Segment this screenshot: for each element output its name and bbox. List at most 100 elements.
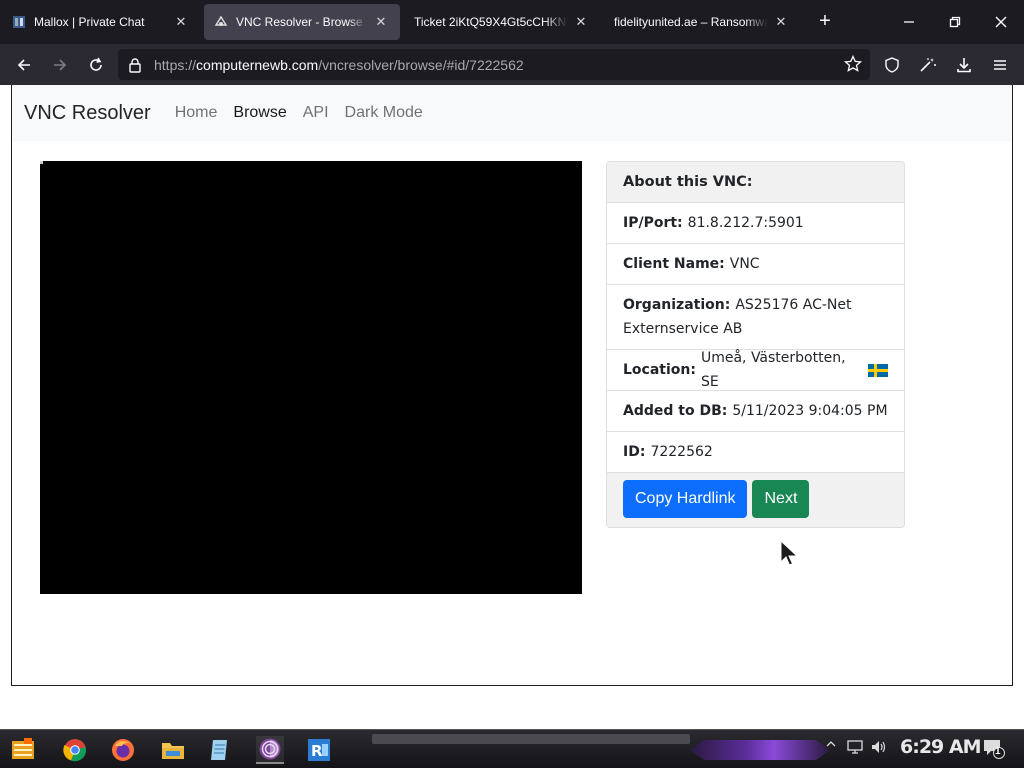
browser-tab-strip: Mallox | Private Chat ✕ VNC Resolver - B… [0,0,1024,44]
tor-browser-taskbar-button[interactable] [256,736,284,764]
remote-desktop-taskbar-button[interactable]: R [305,736,333,764]
tab-ticket[interactable]: Ticket 2iKtQ59X4Gt5cCHKNUC ✕ [404,4,600,40]
close-window-button[interactable] [986,8,1016,36]
vnc-favicon-icon [214,15,228,29]
copy-hardlink-button[interactable]: Copy Hardlink [623,480,748,518]
minimize-icon [904,21,914,23]
tracking-protection-button[interactable] [879,52,905,78]
vnc-screenshot [40,161,582,594]
added-label: Added to DB: [623,403,728,419]
id-value: 7222562 [650,444,713,460]
remote-desktop-icon: R [308,739,330,761]
arrow-right-icon [54,59,67,71]
desktop-background [0,686,1024,729]
close-icon [995,16,1007,28]
tab-vnc-resolver[interactable]: VNC Resolver - Browse ✕ [204,4,400,40]
bookmark-star-icon[interactable] [843,54,863,78]
info-row-client: Client Name: VNC [607,244,904,285]
forward-button[interactable] [47,52,73,78]
location-label: Location: [623,362,696,378]
close-tab-icon[interactable]: ✕ [772,14,790,30]
info-row-added: Added to DB: 5/11/2023 9:04:05 PM [607,391,904,432]
taskbar-clock[interactable]: 6:29 AM [900,736,981,758]
network-icon[interactable] [847,740,863,754]
nav-link-api[interactable]: API [303,104,329,122]
next-button[interactable]: Next [752,480,810,518]
added-value: 5/11/2023 9:04:05 PM [732,403,888,419]
firefox-taskbar-button[interactable] [109,736,137,764]
lock-icon[interactable] [128,57,144,73]
client-value: VNC [729,256,760,272]
notification-center-button[interactable]: 1 [982,738,1006,760]
chrome-taskbar-button[interactable] [61,736,89,764]
card-footer: Copy Hardlink Next [607,473,904,527]
shield-icon [885,57,899,73]
start-button[interactable] [10,736,38,764]
notification-count: 1 [995,746,1001,757]
restore-icon [949,16,961,28]
close-tab-icon[interactable]: ✕ [172,14,190,30]
back-button[interactable] [11,52,37,78]
info-row-id: ID: 7222562 [607,432,904,473]
downloads-button[interactable] [951,52,977,78]
tab-label: Ticket 2iKtQ59X4Gt5cCHKNUC [414,15,568,29]
app-menu-button[interactable] [987,52,1013,78]
notification-icon [984,740,1005,759]
restore-window-button[interactable] [940,8,970,36]
client-label: Client Name: [623,256,725,272]
volume-icon[interactable] [871,740,887,754]
reload-button[interactable] [83,52,109,78]
folder-icon [162,743,184,759]
taskbar-scroll-track [372,734,690,744]
location-value: Umeå, Västerbotten, SE [700,350,846,390]
mallox-favicon-icon [12,15,26,29]
arrow-left-icon [17,59,30,71]
ip-label: IP/Port: [623,215,683,231]
taskbar-decoration [690,740,830,760]
vnc-info-card: About this VNC: IP/Port: 81.8.212.7:5901… [606,161,905,528]
id-label: ID: [623,444,646,460]
mouse-pointer-icon [780,540,799,566]
nav-link-browse[interactable]: Browse [233,104,286,122]
hamburger-menu-icon [994,60,1006,70]
screenshot-cursor-pixel [40,161,43,164]
url-text[interactable]: https://computernewb.com/vncresolver/bro… [154,57,524,73]
notepad-icon [211,740,227,760]
card-header: About this VNC: [607,162,904,203]
svg-text:R: R [311,742,323,760]
address-bar[interactable]: https://computernewb.com/vncresolver/bro… [118,49,870,80]
organization-label: Organization: [623,297,731,313]
site-brand[interactable]: VNC Resolver [24,102,151,125]
windows-taskbar: R 6:29 AM 1 [0,729,1024,768]
notepad-taskbar-button[interactable] [206,736,234,764]
file-explorer-taskbar-button[interactable] [159,736,187,764]
page-viewport: VNC Resolver Home Browse API Dark Mode A… [11,85,1013,686]
close-tab-icon[interactable]: ✕ [372,14,390,30]
info-row-organization: Organization: AS25176 AC-Net Externservic… [607,285,904,350]
nav-link-home[interactable]: Home [175,104,218,122]
close-tab-icon[interactable]: ✕ [572,14,590,30]
ip-value: 81.8.212.7:5901 [687,215,804,231]
start-logo-icon [12,738,34,759]
sweden-flag-icon [868,363,888,377]
tor-icon [259,738,281,760]
extensions-button[interactable] [915,52,941,78]
nav-link-dark-mode[interactable]: Dark Mode [345,104,423,122]
info-row-ip: IP/Port: 81.8.212.7:5901 [607,203,904,244]
tab-label: fidelityunited.ae – Ransomware [614,15,768,29]
reload-icon [90,57,102,71]
magic-wand-icon [920,58,936,72]
site-navbar: VNC Resolver Home Browse API Dark Mode [12,85,1012,141]
new-tab-button[interactable]: + [813,10,837,34]
browser-toolbar: https://computernewb.com/vncresolver/bro… [0,44,1024,85]
tray-overflow-chevron-icon[interactable] [826,740,836,748]
download-icon [957,58,971,73]
chrome-icon [63,739,86,762]
tab-fidelityunited[interactable]: fidelityunited.ae – Ransomware ✕ [604,4,800,40]
tab-mallox[interactable]: Mallox | Private Chat ✕ [2,4,200,40]
info-row-location: Location: Umeå, Västerbotten, SE [607,350,904,391]
firefox-icon [112,739,134,761]
minimize-window-button[interactable] [894,8,924,36]
tab-label: VNC Resolver - Browse [236,15,363,29]
tab-label: Mallox | Private Chat [34,15,145,29]
